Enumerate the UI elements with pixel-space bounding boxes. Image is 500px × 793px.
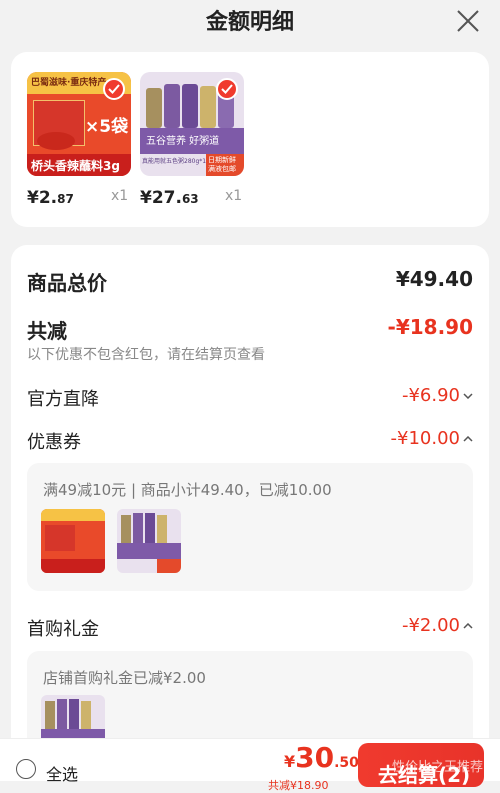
select-all-label[interactable]: 全选 bbox=[46, 761, 78, 785]
official-discount-value[interactable]: -¥6.90 bbox=[402, 385, 473, 406]
product-image-subcaption: 真能用就五色粥280g*10罐 bbox=[142, 158, 216, 165]
coupon-value[interactable]: -¥10.00 bbox=[391, 428, 473, 449]
page-title: 金额明细 bbox=[205, 10, 294, 35]
product-item[interactable]: 巴蜀滋味·重庆特产 ×5袋 桥头香辣蘸料3g bbox=[27, 72, 131, 176]
coupon-detail-box: 满49减10元 | 商品小计49.40，已减10.00 bbox=[27, 463, 473, 591]
product-image-caption: 五谷营养 好粥道 bbox=[146, 136, 220, 147]
select-all-radio[interactable] bbox=[16, 759, 36, 779]
coupon-label: 优惠券 bbox=[27, 432, 81, 453]
product-price: ¥27.63 bbox=[140, 188, 199, 208]
close-icon[interactable] bbox=[455, 8, 481, 34]
total-price: ¥30.50 bbox=[284, 741, 359, 774]
product-image[interactable]: 五谷营养 好粥道 真能用就五色粥280g*10罐 日期新鲜 满液包邮 bbox=[140, 72, 244, 176]
firstbuy-value[interactable]: -¥2.00 bbox=[402, 615, 473, 636]
products-card: 巴蜀滋味·重庆特产 ×5袋 桥头香辣蘸料3g ¥2.87 x1 五谷营养 好粥道… bbox=[11, 52, 489, 227]
recommend-overlay-text: 性价比之王推荐 bbox=[392, 760, 484, 775]
discount-value: -¥18.90 bbox=[387, 315, 473, 339]
product-image-badge: ×5袋 bbox=[85, 117, 129, 137]
chevron-up-icon[interactable] bbox=[463, 436, 473, 442]
product-image-title: 桥头香辣蘸料3g bbox=[31, 159, 120, 173]
firstbuy-detail-text: 店铺首购礼金已减¥2.00 bbox=[43, 669, 206, 687]
firstbuy-label: 首购礼金 bbox=[27, 619, 99, 640]
chevron-up-icon[interactable] bbox=[463, 623, 473, 629]
header: 金额明细 bbox=[0, 0, 500, 44]
product-image[interactable]: 巴蜀滋味·重庆特产 ×5袋 桥头香辣蘸料3g bbox=[27, 72, 131, 176]
product-image-title: 日期新鲜 满液包邮 bbox=[208, 156, 236, 173]
coupon-detail-text: 满49减10元 | 商品小计49.40，已减10.00 bbox=[43, 481, 332, 499]
total-label: 商品总价 bbox=[27, 271, 107, 295]
saved-amount: 共减¥18.90 bbox=[268, 779, 329, 792]
product-price: ¥2.87 bbox=[27, 188, 74, 208]
check-icon[interactable] bbox=[103, 78, 125, 100]
checkout-button[interactable]: 去结算(2) 性价比之王推荐 bbox=[358, 743, 484, 787]
product-image-caption: 巴蜀滋味·重庆特产 bbox=[31, 78, 107, 88]
coupon-product-thumb bbox=[41, 509, 105, 573]
check-icon[interactable] bbox=[216, 78, 238, 100]
discount-label: 共减 bbox=[27, 319, 67, 343]
official-discount-label: 官方直降 bbox=[27, 389, 99, 410]
bottom-bar: 全选 ¥30.50 共减¥18.90 去结算(2) 性价比之王推荐 bbox=[0, 738, 500, 792]
total-value: ¥49.40 bbox=[395, 267, 473, 291]
product-quantity: x1 bbox=[111, 188, 129, 204]
product-item[interactable]: 五谷营养 好粥道 真能用就五色粥280g*10罐 日期新鲜 满液包邮 bbox=[140, 72, 244, 176]
coupon-product-thumb bbox=[117, 509, 181, 573]
product-quantity: x1 bbox=[225, 188, 243, 204]
chevron-down-icon[interactable] bbox=[463, 393, 473, 399]
price-summary-card: 商品总价 ¥49.40 共减 -¥18.90 以下优惠不包含红包，请在结算页查看… bbox=[11, 245, 489, 755]
